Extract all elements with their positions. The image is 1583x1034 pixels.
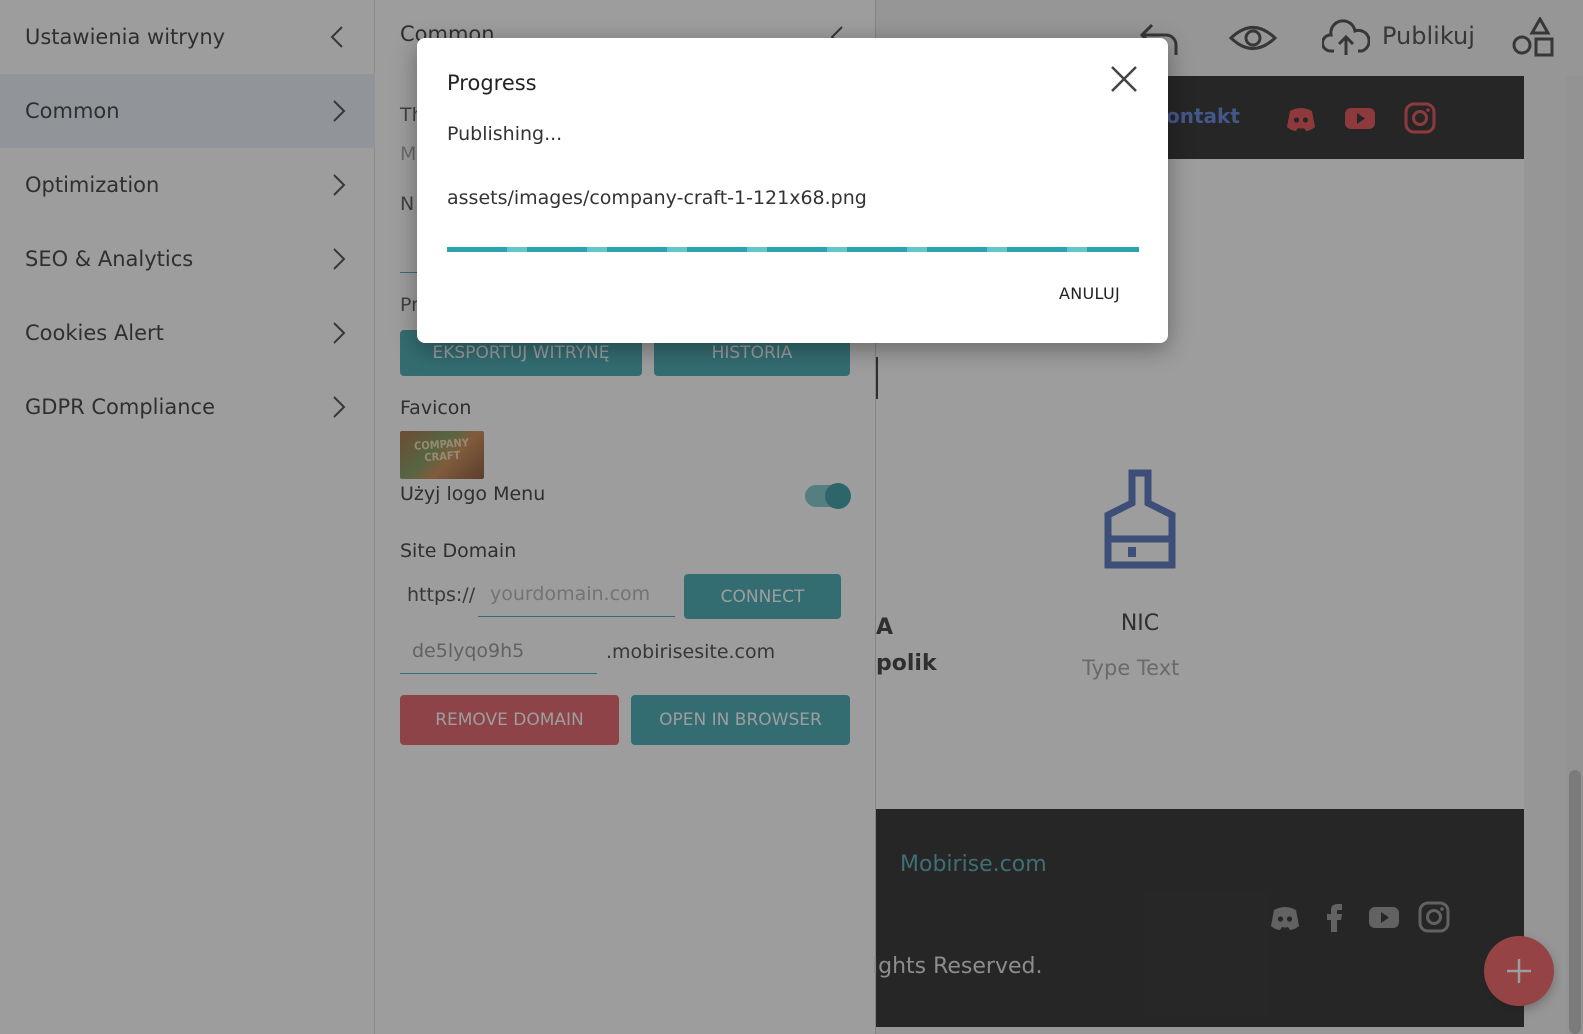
current-file-path: assets/images/company-craft-1-121x68.png [447,187,867,209]
progress-bar-fill [447,247,1139,252]
close-icon[interactable] [1109,64,1139,94]
progress-dialog: Progress Publishing... assets/images/com… [417,38,1168,343]
progress-bar [447,247,1139,252]
publishing-status: Publishing... [447,123,563,145]
cancel-button[interactable]: ANULUJ [1059,284,1120,303]
dialog-title: Progress [447,71,537,95]
